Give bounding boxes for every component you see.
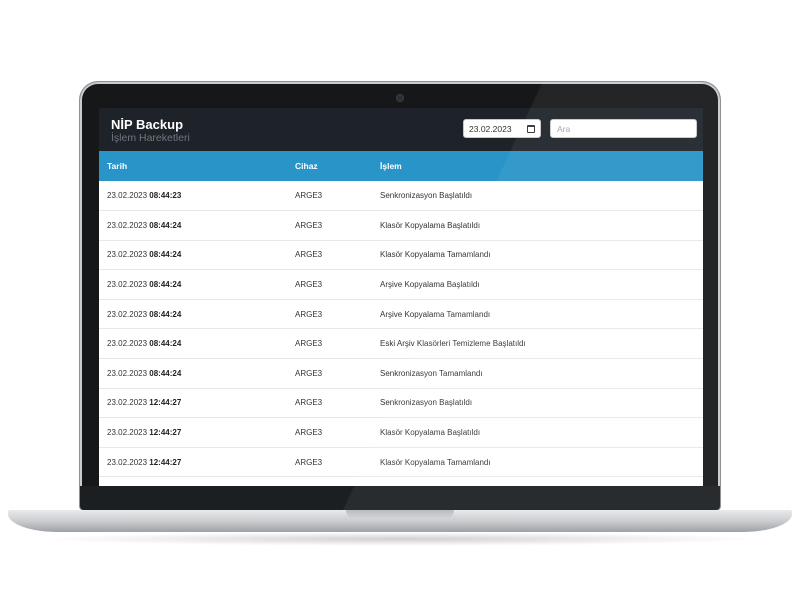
date-filter-input[interactable]: 23.02.2023 (463, 119, 541, 138)
cell-date-time: 08:44:24 (149, 220, 182, 230)
cell-date-day: 23.02.2023 (107, 368, 148, 378)
lid-bezel-bottom (80, 486, 720, 510)
table-row[interactable]: 23.02.2023 08:44:24 ARGE3 Senkronizasyon T… (99, 359, 703, 389)
cell-device: ARGE3 (295, 280, 323, 290)
laptop-lid: NİP Backup İşlem Hareketleri 23.02.2023 … (80, 82, 720, 510)
cell-date: 23.02.2023 12:44:27 (99, 447, 295, 477)
cell-action: Arşive Kopyalama Başlatıldı (380, 280, 480, 290)
column-header-device[interactable]: Cihaz (295, 151, 380, 181)
cell-action: Klasör Kopyalama Tamamlandı (380, 457, 491, 467)
cell-date: 23.02.2023 08:44:24 (99, 329, 295, 359)
cell-date-day: 23.02.2023 (107, 191, 148, 201)
cell-device: ARGE3 (295, 428, 323, 438)
search-input[interactable] (550, 119, 697, 138)
cell-date: 23.02.2023 08:44:24 (99, 359, 295, 389)
cell-date-day: 23.02.2023 (107, 339, 148, 349)
cell-device: ARGE3 (295, 220, 323, 230)
cell-device: ARGE3 (295, 368, 323, 378)
cell-action: Senkronizasyon Başlatıldı (380, 191, 473, 201)
laptop-notch (346, 510, 454, 519)
cell-date-day: 23.02.2023 (107, 457, 148, 467)
table-row[interactable]: 23.02.2023 12:44:27 ARGE3 Klasör Kopyalama… (99, 418, 703, 448)
column-header-date[interactable]: Tarih (99, 151, 295, 181)
cell-device: ARGE3 (295, 457, 323, 467)
cell-date-time: 12:44:27 (149, 428, 182, 438)
table-row[interactable]: 23.02.2023 08:44:24 ARGE3 Eski Arşiv Klasö… (99, 329, 703, 359)
column-header-action[interactable]: İşlem (380, 151, 703, 181)
cell-date: 23.02.2023 08:44:24 (99, 299, 295, 329)
table-row[interactable]: 23.02.2023 08:44:24 ARGE3 Klasör Kopyalama… (99, 240, 703, 270)
cell-device: ARGE3 (295, 339, 323, 349)
cell-action: Arşive Kopyalama Tamamlandı (380, 309, 491, 319)
cell-action: Klasör Kopyalama Başlatıldı (380, 428, 481, 438)
cell-action: Eski Arşiv Klasörleri Temizleme Başlatıl… (380, 339, 526, 349)
table-row[interactable]: 23.02.2023 08:44:24 ARGE3 Arşive Kopyalama… (99, 270, 703, 300)
cell-action: Senkronizasyon Başlatıldı (380, 398, 473, 408)
activity-table: Tarih Cihaz İşlem 23.02.2023 08:44:23 ARG… (99, 151, 703, 477)
cell-date-time: 08:44:23 (149, 191, 182, 201)
cell-date: 23.02.2023 12:44:27 (99, 388, 295, 418)
date-filter-value: 23.02.2023 (469, 123, 512, 134)
table-row[interactable]: 23.02.2023 12:44:27 ARGE3 Klasör Kopyalama… (99, 447, 703, 477)
cell-date-time: 08:44:24 (149, 280, 182, 290)
cell-device: ARGE3 (295, 309, 323, 319)
table-row[interactable]: 23.02.2023 08:44:23 ARGE3 Senkronizasyon B… (99, 181, 703, 211)
table-row[interactable]: 23.02.2023 08:44:24 ARGE3 Arşive Kopyalama… (99, 299, 703, 329)
cell-action: Klasör Kopyalama Tamamlandı (380, 250, 491, 260)
cell-device: ARGE3 (295, 191, 323, 201)
cell-date-time: 08:44:24 (149, 309, 182, 319)
cell-date-day: 23.02.2023 (107, 428, 148, 438)
cell-date-day: 23.02.2023 (107, 398, 148, 408)
table-body: 23.02.2023 08:44:23 ARGE3 Senkronizasyon B… (99, 181, 703, 477)
cell-date-time: 08:44:24 (149, 250, 182, 260)
cell-date-day: 23.02.2023 (107, 250, 148, 260)
cell-date: 23.02.2023 08:44:24 (99, 240, 295, 270)
cell-date-day: 23.02.2023 (107, 220, 148, 230)
cell-date-time: 08:44:24 (149, 339, 182, 349)
cell-date: 23.02.2023 08:44:24 (99, 270, 295, 300)
camera-icon (397, 95, 403, 101)
cell-action: Klasör Kopyalama Başlatıldı (380, 220, 481, 230)
cell-date-time: 12:44:27 (149, 457, 182, 467)
laptop-screen: NİP Backup İşlem Hareketleri 23.02.2023 … (99, 108, 703, 486)
app-title: NİP Backup (111, 117, 184, 132)
app-subtitle: İşlem Hareketleri (111, 132, 190, 144)
cell-date-day: 23.02.2023 (107, 309, 148, 319)
cell-device: ARGE3 (295, 250, 323, 260)
cell-date-time: 08:44:24 (149, 368, 182, 378)
app-header: NİP Backup İşlem Hareketleri 23.02.2023 (99, 108, 703, 151)
cell-action: Senkronizasyon Tamamlandı (380, 368, 483, 378)
cell-date-time: 12:44:27 (149, 398, 182, 408)
calendar-icon[interactable] (527, 124, 535, 133)
cell-date: 23.02.2023 12:44:27 (99, 418, 295, 448)
cell-date-day: 23.02.2023 (107, 280, 148, 290)
cell-device: ARGE3 (295, 398, 323, 408)
cell-date: 23.02.2023 08:44:24 (99, 211, 295, 241)
table-row[interactable]: 23.02.2023 08:44:24 ARGE3 Klasör Kopyalama… (99, 211, 703, 241)
table-header-row: Tarih Cihaz İşlem (99, 151, 703, 181)
cell-date: 23.02.2023 08:44:23 (99, 181, 295, 211)
table-row[interactable]: 23.02.2023 12:44:27 ARGE3 Senkronizasyon B… (99, 388, 703, 418)
